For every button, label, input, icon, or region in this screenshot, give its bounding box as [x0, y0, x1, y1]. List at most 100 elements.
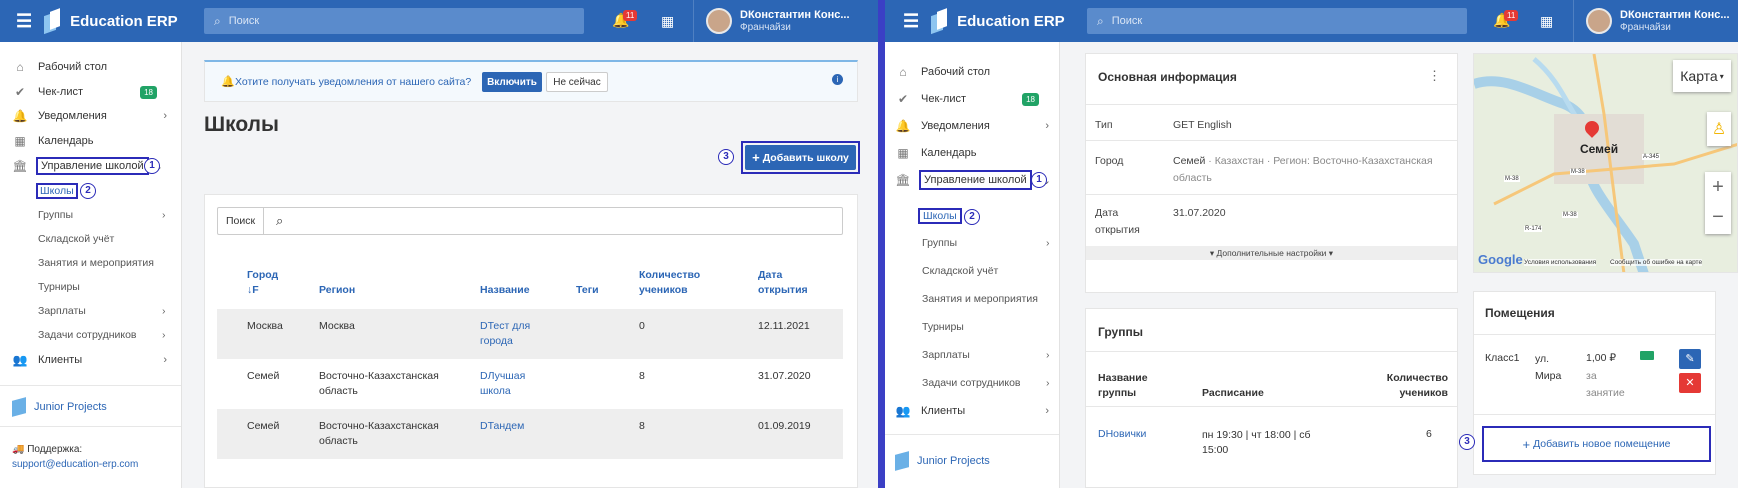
search-icon: ⌕ — [276, 213, 284, 228]
cell-name-link[interactable]: DТест для города — [480, 319, 540, 349]
check-icon: ✔ — [14, 85, 26, 99]
chevron-right-icon: › — [162, 329, 166, 341]
sidebar-item-calendar[interactable]: ▦ Календарь — [0, 130, 181, 152]
home-icon: ⌂ — [899, 65, 907, 79]
apps-grid-icon[interactable]: ▦ — [661, 13, 674, 30]
user-name: DКонстантин Конс... — [1620, 9, 1730, 21]
sidebar-subitem-groups[interactable]: Группы › — [922, 237, 1052, 249]
sidebar-item-checklist[interactable]: ✔ Чек-лист 18 — [0, 81, 181, 103]
sidebar-subitem-salaries[interactable]: Зарплаты › — [922, 349, 1052, 361]
user-menu[interactable]: DКонстантин Конс... Франчайзи — [1573, 0, 1738, 42]
sidebar-item-desktop[interactable]: ⌂ Рабочий стол — [0, 56, 181, 78]
sidebar-item-clients[interactable]: 👥 Клиенты › — [885, 400, 1059, 422]
card-title: Основная информация — [1098, 70, 1237, 84]
sidebar-item-label: Управление школой — [919, 170, 1032, 190]
chevron-right-icon: › — [1046, 377, 1050, 389]
chevron-right-icon: › — [163, 354, 167, 366]
column-header-date[interactable]: Дата открытия — [758, 268, 818, 298]
checklist-badge: 18 — [140, 85, 157, 99]
sidebar-subitem-tournaments[interactable]: Турниры — [38, 281, 80, 293]
cell-name-link[interactable]: DТандем — [480, 419, 524, 434]
search-input[interactable]: ⌕ Поиск — [1087, 8, 1467, 34]
table-search-input[interactable]: Поиск ⌕ — [217, 207, 843, 235]
cell-city: Москва — [247, 320, 283, 332]
sidebar-subitem-tournaments[interactable]: Турниры — [922, 321, 964, 333]
user-menu[interactable]: DКонстантин Конс... Франчайзи — [693, 0, 878, 42]
cell-name-link[interactable]: DЛучшая школа — [480, 369, 540, 399]
column-header-schedule[interactable]: Расписание — [1202, 386, 1264, 401]
more-vertical-icon[interactable]: ⋮ — [1428, 68, 1441, 84]
notice-later-button[interactable]: Не сейчас — [546, 72, 608, 92]
sidebar-item-desktop[interactable]: ⌂ Рабочий стол — [885, 61, 1059, 83]
column-header-students[interactable]: Количество учеников — [1378, 371, 1448, 401]
sidebar-item-label: Группы — [922, 237, 957, 249]
field-value-type: GET English — [1173, 119, 1232, 131]
sidebar-subitem-staff-tasks[interactable]: Задачи сотрудников › — [38, 329, 168, 341]
column-header-city[interactable]: Город ↓F — [247, 268, 278, 298]
group-students: 6 — [1426, 428, 1432, 440]
zoom-out-button[interactable]: − — [1705, 203, 1731, 234]
sidebar-item-label: Уведомления — [921, 120, 990, 132]
cell-city: Семей — [247, 420, 280, 432]
menu-toggle-icon[interactable]: ☰ — [903, 11, 919, 32]
sidebar-subitem-groups[interactable]: Группы › — [38, 209, 168, 221]
chevron-right-icon: › — [1046, 237, 1050, 249]
map-type-label: Карта — [1680, 68, 1718, 84]
junior-projects-link[interactable]: Junior Projects — [12, 397, 107, 417]
sidebar-subitem-lessons[interactable]: Занятия и мероприятия — [922, 293, 1038, 305]
menu-toggle-icon[interactable]: ☰ — [16, 11, 32, 32]
map-type-button[interactable]: Карта ▾ — [1673, 60, 1731, 92]
sidebar-subitem-warehouse[interactable]: Складской учёт — [922, 265, 998, 277]
step-marker-2: 2 — [80, 183, 96, 199]
sidebar-item-calendar[interactable]: ▦ Календарь — [885, 142, 1059, 164]
step-marker-3: 3 — [1459, 434, 1475, 450]
notice-enable-button[interactable]: Включить — [482, 72, 542, 92]
junior-projects-link[interactable]: Junior Projects — [895, 451, 990, 471]
add-school-button[interactable]: + Добавить школу — [745, 145, 856, 170]
column-header-students[interactable]: Количество учеников — [639, 268, 709, 298]
sidebar-item-clients[interactable]: 👥 Клиенты › — [0, 349, 181, 371]
edit-room-button[interactable]: ✎ — [1679, 349, 1701, 369]
divider — [0, 385, 181, 386]
google-logo: Google — [1478, 252, 1523, 267]
search-icon: ⌕ — [214, 13, 221, 28]
sidebar-subitem-schools[interactable]: Школы — [918, 208, 962, 224]
map-terms-link[interactable]: Условия использования — [1524, 259, 1597, 266]
cell-region: Восточно-Казахстанская область — [319, 370, 439, 397]
map-widget[interactable]: Карта ▾ ♙ + − Семей M-38 M-38 M-38 A-345 … — [1473, 53, 1738, 273]
sidebar-item-label: Рабочий стол — [38, 61, 108, 73]
road-label: A-345 — [1642, 154, 1661, 160]
more-settings-toggle[interactable]: ▾ Дополнительные настройки ▾ — [1086, 246, 1457, 260]
add-room-button[interactable]: + Добавить новое помещение — [1482, 426, 1711, 462]
sidebar-subitem-salaries[interactable]: Зарплаты › — [38, 305, 168, 317]
support-email[interactable]: support@education-erp.com — [12, 459, 138, 470]
column-header-tags[interactable]: Теги — [576, 283, 599, 298]
pegman-icon[interactable]: ♙ — [1707, 112, 1731, 146]
search-input[interactable]: ⌕ Поиск — [204, 8, 584, 34]
sidebar-item-notifications[interactable]: 🔔 Уведомления › — [885, 115, 1059, 137]
junior-projects-label: Junior Projects — [917, 455, 990, 467]
sidebar: ⌂ Рабочий стол ✔ Чек-лист 18 🔔 Уведомления › … — [0, 42, 182, 488]
sidebar-subitem-schools[interactable]: Школы — [36, 183, 78, 199]
group-name-link[interactable]: DНовички — [1098, 427, 1146, 442]
sidebar-item-notifications[interactable]: 🔔 Уведомления › — [0, 105, 181, 127]
field-label-type: Тип — [1095, 119, 1113, 131]
card-title: Помещения — [1485, 306, 1555, 320]
zoom-in-button[interactable]: + — [1705, 172, 1731, 203]
sidebar-item-label: Чек-лист — [921, 93, 967, 105]
info-icon[interactable]: i — [832, 74, 843, 85]
column-header-region[interactable]: Регион — [319, 283, 355, 298]
calendar-icon: ▦ — [897, 146, 909, 160]
sidebar-subitem-warehouse[interactable]: Складской учёт — [38, 233, 114, 245]
apps-grid-icon[interactable]: ▦ — [1540, 13, 1553, 30]
column-header-group-name[interactable]: Название группы — [1098, 371, 1158, 401]
sidebar-item-checklist[interactable]: ✔ Чек-лист 18 — [885, 88, 1059, 110]
plus-icon: + — [1522, 436, 1531, 452]
map-report-link[interactable]: Сообщить об ошибке на карте — [1610, 259, 1703, 266]
app-title: Education ERP — [957, 12, 1065, 30]
sidebar-subitem-staff-tasks[interactable]: Задачи сотрудников › — [922, 377, 1052, 389]
delete-room-button[interactable]: ✕ — [1679, 373, 1701, 393]
sidebar-subitem-lessons[interactable]: Занятия и мероприятия — [38, 257, 154, 269]
column-header-name[interactable]: Название — [480, 283, 530, 298]
table-row[interactable] — [217, 409, 843, 459]
